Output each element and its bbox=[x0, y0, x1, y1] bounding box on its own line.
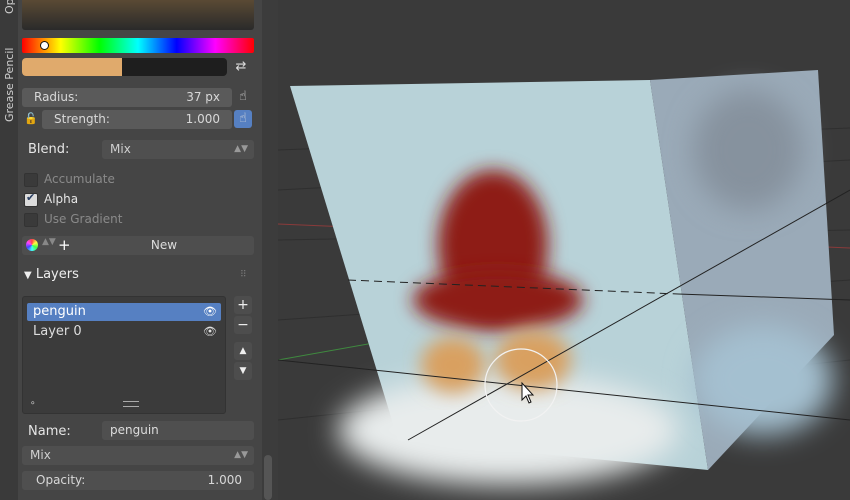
strength-field[interactable]: Strength: 1.000 bbox=[42, 110, 232, 129]
blend-dropdown[interactable]: Mix ▲▼ bbox=[102, 140, 254, 159]
blend-label: Blend: bbox=[28, 142, 70, 157]
3d-viewport[interactable] bbox=[278, 0, 850, 500]
palette-row: ▲▼ + New bbox=[22, 236, 254, 255]
panel-scrollbar[interactable] bbox=[262, 0, 278, 500]
remove-layer-button[interactable]: − bbox=[234, 316, 252, 334]
layer-name-label: Name: bbox=[28, 424, 71, 439]
eye-icon[interactable]: 👁 bbox=[203, 323, 217, 341]
collapse-triangle-icon: ▼ bbox=[24, 270, 32, 281]
move-layer-up-button[interactable]: ▲ bbox=[234, 342, 252, 360]
palette-icon[interactable] bbox=[26, 239, 38, 251]
color-wheel-strip[interactable] bbox=[22, 0, 254, 30]
layers-section-header[interactable]: ▼ Layers bbox=[24, 267, 79, 282]
tool-panel: ⇄ Radius: 37 px ☝ 🔓 Strength: 1.000 ☝ Blen… bbox=[18, 0, 263, 500]
move-layer-down-button[interactable]: ▼ bbox=[234, 362, 252, 380]
layer-list: penguin 👁 Layer 0 👁 ⚬ bbox=[22, 296, 226, 414]
layer-item-layer-0[interactable]: Layer 0 👁 bbox=[27, 323, 221, 341]
swap-colors-icon[interactable]: ⇄ bbox=[232, 58, 250, 76]
add-icon[interactable]: + bbox=[58, 236, 71, 255]
strength-pressure-icon[interactable]: ☝ bbox=[234, 110, 252, 128]
filter-icon[interactable]: ⚬ bbox=[29, 399, 37, 409]
new-palette-button[interactable]: New bbox=[74, 236, 254, 255]
add-layer-button[interactable]: + bbox=[234, 296, 252, 314]
drag-handle-icon[interactable]: ⠿ bbox=[240, 270, 247, 280]
opacity-field[interactable]: Opacity: 1.000 bbox=[22, 471, 254, 490]
eye-icon[interactable]: 👁 bbox=[203, 303, 217, 321]
resize-handle[interactable] bbox=[123, 401, 139, 407]
layer-name-field[interactable]: penguin bbox=[102, 421, 254, 440]
penguin-foot bbox=[495, 330, 571, 390]
viewport-scene bbox=[278, 70, 850, 485]
layer-blend-dropdown[interactable]: Mix ▲▼ bbox=[22, 446, 254, 465]
penguin-foot bbox=[421, 337, 485, 393]
layer-item-penguin[interactable]: penguin 👁 bbox=[27, 303, 221, 321]
lock-icon[interactable]: 🔓 bbox=[22, 110, 40, 128]
radius-pressure-icon[interactable]: ☝ bbox=[234, 88, 252, 106]
side-tabs: Op Grease Pencil bbox=[0, 0, 19, 500]
current-color-swatch[interactable] bbox=[22, 58, 227, 76]
radius-field[interactable]: Radius: 37 px bbox=[22, 88, 232, 107]
palette-spinner-icon[interactable]: ▲▼ bbox=[42, 237, 56, 247]
hue-slider-handle[interactable] bbox=[40, 41, 49, 50]
hue-slider[interactable] bbox=[22, 38, 254, 53]
